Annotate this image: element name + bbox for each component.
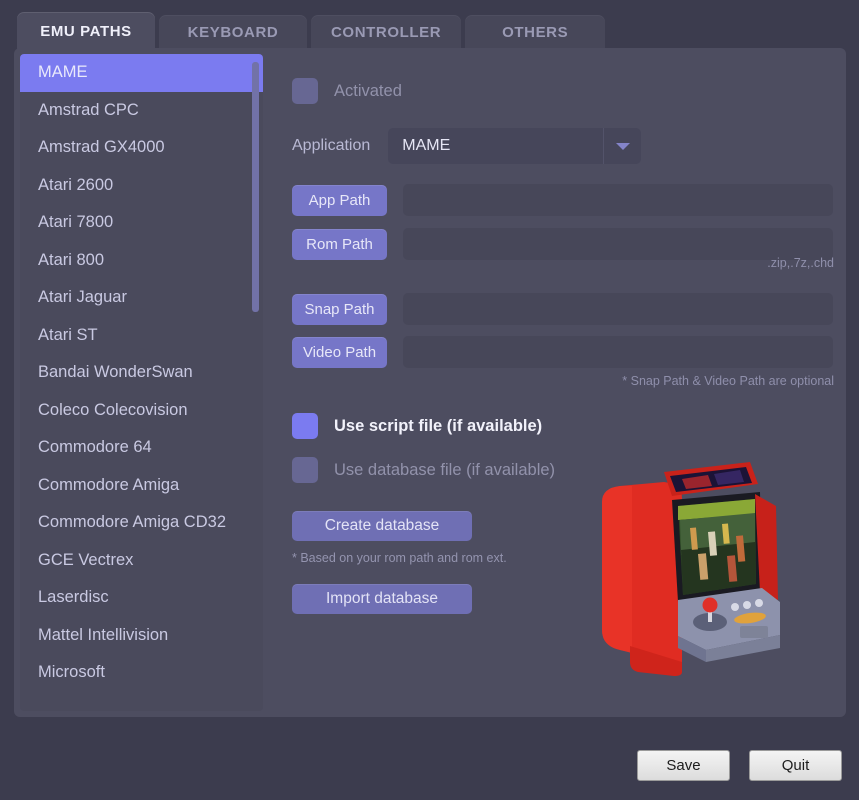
system-list-body: MAME Amstrad CPC Amstrad GX4000 Atari 2600 A…	[20, 54, 263, 692]
action-button-3	[755, 599, 763, 607]
system-list-item-label: GCE Vectrex	[38, 550, 134, 569]
system-list-item[interactable]: Commodore Amiga CD32	[20, 504, 263, 542]
chevron-down-icon	[615, 142, 630, 150]
control-panel-label	[740, 626, 768, 638]
system-list-item-label: Commodore Amiga CD32	[38, 513, 226, 532]
system-list-item-label: Microsoft	[38, 663, 105, 682]
tab-controller-label: CONTROLLER	[331, 24, 442, 41]
app-path-row: App Path	[292, 184, 833, 216]
tab-keyboard-label: KEYBOARD	[187, 24, 279, 41]
use-database-checkbox[interactable]	[292, 457, 318, 483]
activated-row: Activated	[292, 78, 402, 104]
app-path-input[interactable]	[403, 184, 833, 216]
use-script-row: Use script file (if available)	[292, 413, 542, 439]
system-list-item[interactable]: Atari ST	[20, 317, 263, 355]
system-list-item-label: Amstrad CPC	[38, 100, 139, 119]
use-script-checkbox[interactable]	[292, 413, 318, 439]
settings-form: Activated Application MAME App Path Rom …	[278, 48, 846, 717]
import-database-button[interactable]: Import database	[292, 584, 472, 614]
system-list-item[interactable]: Atari 7800	[20, 204, 263, 242]
joystick-ball	[702, 597, 718, 613]
application-dropdown[interactable]: MAME	[388, 128, 642, 164]
system-list-item[interactable]: Mattel Intellivision	[20, 617, 263, 655]
system-list-item-label: Atari 800	[38, 250, 105, 269]
action-button-1	[731, 603, 739, 611]
system-list-item-label: Atari 2600	[38, 175, 114, 194]
create-database-hint: * Based on your rom path and rom ext.	[292, 551, 507, 565]
snap-path-row: Snap Path	[292, 293, 833, 325]
cabinet-left-highlight	[602, 486, 632, 653]
system-list-item-label: Commodore Amiga	[38, 475, 180, 494]
system-list-scrollbar-thumb[interactable]	[252, 62, 259, 312]
video-path-row: Video Path	[292, 336, 833, 368]
application-label: Application	[292, 137, 371, 154]
activated-label: Activated	[334, 81, 402, 100]
system-list-item[interactable]: Amstrad GX4000	[20, 129, 263, 167]
application-row: Application MAME	[292, 128, 642, 164]
system-list-item[interactable]: Coleco Colecovision	[20, 392, 263, 430]
system-list-item-label: Bandai WonderSwan	[38, 363, 193, 382]
system-list-item[interactable]: Laserdisc	[20, 579, 263, 617]
save-button[interactable]: Save	[637, 750, 730, 781]
system-list-item[interactable]: Microsoft	[20, 654, 263, 692]
system-list-item-label: Amstrad GX4000	[38, 138, 165, 157]
system-list-item-label: Laserdisc	[38, 588, 109, 607]
activated-checkbox[interactable]	[292, 78, 318, 104]
system-list-item-label: Atari 7800	[38, 213, 114, 232]
import-database-row: Import database	[292, 584, 472, 614]
system-list-item[interactable]: Bandai WonderSwan	[20, 354, 263, 392]
system-list-item[interactable]: GCE Vectrex	[20, 542, 263, 580]
use-script-label: Use script file (if available)	[334, 416, 543, 435]
use-database-row: Use database file (if available)	[292, 457, 555, 483]
system-list-item-label: Mattel Intellivision	[38, 625, 169, 644]
footer-bar: Save Quit	[0, 750, 859, 800]
system-list-item[interactable]: Atari 2600	[20, 167, 263, 205]
tab-controller[interactable]: CONTROLLER	[311, 15, 462, 50]
tab-others-label: OTHERS	[502, 24, 569, 41]
snap-path-input[interactable]	[403, 293, 833, 325]
arcade-cabinet-svg	[602, 462, 780, 676]
application-selected-value: MAME	[402, 137, 451, 154]
create-database-button[interactable]: Create database	[292, 511, 472, 541]
use-database-label: Use database file (if available)	[334, 460, 556, 479]
emulator-settings-window: EMU PATHS KEYBOARD CONTROLLER OTHERS MAM…	[0, 0, 859, 800]
quit-button[interactable]: Quit	[749, 750, 842, 781]
system-list-item[interactable]: Amstrad CPC	[20, 92, 263, 130]
arcade-cabinet-illustration	[590, 450, 840, 680]
optional-paths-hint: * Snap Path & Video Path are optional	[622, 374, 834, 388]
system-list-item[interactable]: Commodore Amiga	[20, 467, 263, 505]
system-list-item[interactable]: MAME	[20, 54, 263, 92]
tab-emu-paths[interactable]: EMU PATHS	[17, 12, 155, 50]
tab-others[interactable]: OTHERS	[465, 15, 606, 50]
tab-bar: EMU PATHS KEYBOARD CONTROLLER OTHERS	[0, 0, 859, 50]
system-list-item[interactable]: Commodore 64	[20, 429, 263, 467]
create-database-row: Create database	[292, 511, 472, 541]
rom-path-button[interactable]: Rom Path	[292, 228, 387, 260]
rom-extensions-hint: .zip,.7z,.chd	[767, 256, 834, 270]
system-list[interactable]: MAME Amstrad CPC Amstrad GX4000 Atari 2600 A…	[20, 54, 263, 711]
system-list-item[interactable]: Atari Jaguar	[20, 279, 263, 317]
snap-path-button[interactable]: Snap Path	[292, 293, 387, 325]
system-list-item-label: Atari ST	[38, 325, 98, 344]
emu-paths-panel: MAME Amstrad CPC Amstrad GX4000 Atari 2600 A…	[14, 48, 846, 717]
system-list-item-label: Coleco Colecovision	[38, 400, 188, 419]
video-path-button[interactable]: Video Path	[292, 336, 387, 368]
system-list-item[interactable]: Atari 800	[20, 242, 263, 280]
system-list-item-label: Commodore 64	[38, 438, 152, 457]
app-path-button[interactable]: App Path	[292, 184, 387, 216]
system-list-item-label: Atari Jaguar	[38, 288, 127, 307]
tab-emu-paths-label: EMU PATHS	[40, 22, 132, 40]
system-list-item-label: MAME	[38, 63, 88, 82]
video-path-input[interactable]	[403, 336, 833, 368]
tab-keyboard[interactable]: KEYBOARD	[159, 15, 307, 50]
action-button-2	[743, 601, 751, 609]
application-dropdown-arrow-box[interactable]	[603, 128, 641, 164]
